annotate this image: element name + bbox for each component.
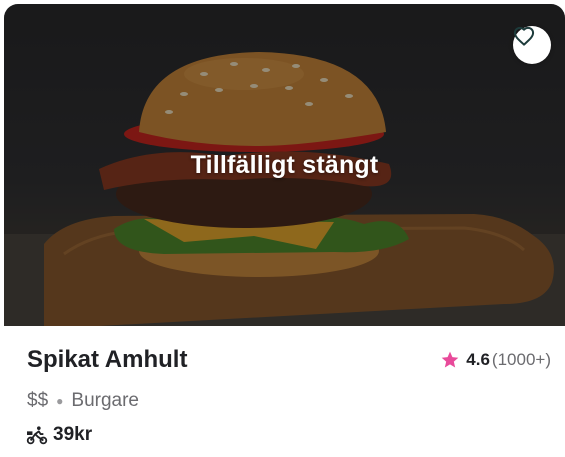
price-level: $$ bbox=[27, 390, 49, 411]
category: Burgare bbox=[71, 390, 139, 411]
restaurant-image: Tillfälligt stängt bbox=[4, 4, 565, 326]
rating-count: (1000+) bbox=[491, 350, 551, 369]
restaurant-name[interactable]: Spikat Amhult bbox=[27, 346, 187, 374]
restaurant-meta: $$ ● Burgare bbox=[27, 390, 139, 412]
rating-score: 4.6 bbox=[466, 350, 490, 369]
star-icon bbox=[441, 351, 459, 368]
delivery-fee: 39kr bbox=[53, 424, 93, 445]
restaurant-info: Spikat Amhult 4.6 (1000+) $$ ● Burgare 3… bbox=[4, 326, 565, 457]
rating: 4.6 (1000+) bbox=[440, 350, 551, 370]
courier-bike-icon bbox=[26, 426, 48, 445]
heart-icon bbox=[513, 26, 535, 46]
temporarily-closed-label: Tillfälligt stängt bbox=[190, 151, 379, 179]
favorite-button[interactable] bbox=[513, 26, 551, 64]
restaurant-card[interactable]: Tillfälligt stängt Spikat Amhult 4.6 (10… bbox=[4, 4, 565, 457]
separator-dot: ● bbox=[56, 394, 64, 408]
delivery-fee-row: 39kr bbox=[26, 424, 92, 446]
